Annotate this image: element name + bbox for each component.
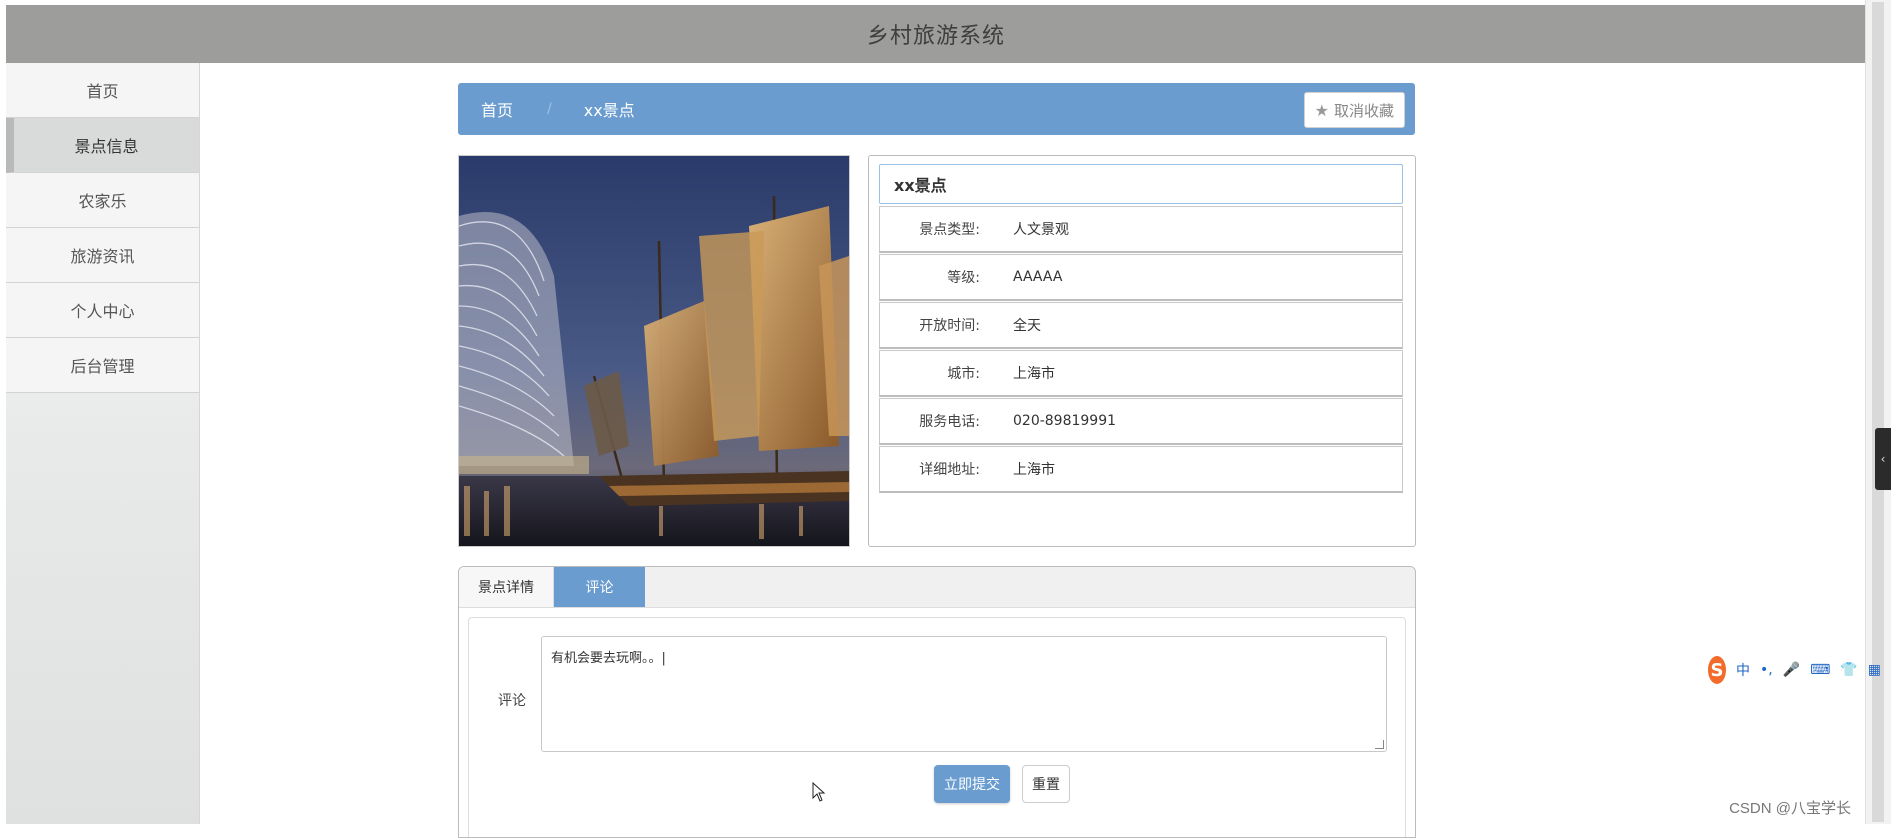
info-row: 详细地址: 上海市 <box>879 446 1403 493</box>
unfavorite-button[interactable]: ★ 取消收藏 <box>1303 92 1405 128</box>
info-label: 等级: <box>947 270 980 286</box>
ime-toolbar: S 中 •, 🎤 ⌨ 👕 ▦ <box>1708 655 1881 685</box>
info-row: 城市: 上海市 <box>879 350 1403 397</box>
info-row: 景点类型: 人文景观 <box>879 206 1403 253</box>
sidebar-item-profile[interactable]: 个人中心 <box>6 283 199 338</box>
breadcrumb: 首页 / xx景点 ★ 取消收藏 <box>458 83 1415 135</box>
sidebar-item-news[interactable]: 旅游资讯 <box>6 228 199 283</box>
sidebar-item-label: 首页 <box>86 82 119 101</box>
sidebar: 首页 景点信息 农家乐 旅游资讯 个人中心 后台管理 <box>6 63 200 824</box>
detail-tabs-panel: 景点详情 评论 评论 有机会要去玩啊。。| 立即提交 重置 <box>458 566 1416 838</box>
comment-form: 评论 有机会要去玩啊。。| 立即提交 重置 <box>468 617 1406 837</box>
top-header: 乡村旅游系统 <box>6 5 1866 63</box>
collapse-arrow-icon[interactable]: ‹ <box>1875 428 1891 490</box>
sogou-logo-icon[interactable]: S <box>1708 656 1726 684</box>
scrollbar-thumb[interactable] <box>1872 2 1884 822</box>
ime-microphone-icon[interactable]: 🎤 <box>1783 662 1800 678</box>
info-label: 城市: <box>947 366 980 382</box>
comment-text: 有机会要去玩啊。。| <box>551 651 666 666</box>
info-value: 全天 <box>1013 318 1041 334</box>
info-label: 景点类型: <box>919 222 980 238</box>
attraction-photo <box>458 155 850 547</box>
app-title: 乡村旅游系统 <box>866 24 1005 49</box>
ime-punctuation-icon[interactable]: •, <box>1760 662 1773 678</box>
resize-handle-icon[interactable] <box>1375 740 1384 749</box>
sidebar-item-admin[interactable]: 后台管理 <box>6 338 199 393</box>
sidebar-item-label: 个人中心 <box>70 302 135 321</box>
sidebar-item-home[interactable]: 首页 <box>6 63 199 118</box>
info-row: 等级: AAAAA <box>879 254 1403 301</box>
unfavorite-button-label: 取消收藏 <box>1333 101 1394 120</box>
info-label: 详细地址: <box>919 462 980 478</box>
ime-chinese-mode-icon[interactable]: 中 <box>1736 660 1750 680</box>
tabs-header: 景点详情 评论 <box>459 567 1415 608</box>
attraction-name: xx景点 <box>879 164 1403 204</box>
sidebar-item-label: 后台管理 <box>70 357 135 376</box>
sidebar-item-farmhouse[interactable]: 农家乐 <box>6 173 199 228</box>
tab-comments[interactable]: 评论 <box>554 567 645 607</box>
info-value: 人文景观 <box>1013 222 1069 238</box>
tab-attraction-details[interactable]: 景点详情 <box>459 567 554 607</box>
comment-textarea[interactable]: 有机会要去玩啊。。| <box>541 636 1387 752</box>
info-label: 开放时间: <box>919 318 980 334</box>
sidebar-item-attractions[interactable]: 景点信息 <box>6 118 199 173</box>
ime-keyboard-icon[interactable]: ⌨ <box>1810 662 1830 678</box>
sidebar-item-label: 景点信息 <box>74 137 139 156</box>
reset-button[interactable]: 重置 <box>1022 765 1070 803</box>
breadcrumb-current: xx景点 <box>583 101 635 120</box>
ime-toolbox-icon[interactable]: ▦ <box>1868 662 1881 678</box>
sidebar-item-label: 旅游资讯 <box>70 247 135 266</box>
page-scrollbar[interactable] <box>1865 0 1891 824</box>
ime-skin-icon[interactable]: 👕 <box>1840 662 1857 678</box>
star-icon: ★ <box>1314 100 1329 120</box>
watermark: CSDN @八宝学长 <box>1729 800 1851 817</box>
info-value: 上海市 <box>1013 462 1055 478</box>
info-row: 开放时间: 全天 <box>879 302 1403 349</box>
breadcrumb-home-link[interactable]: 首页 <box>481 97 513 121</box>
breadcrumb-separator: / <box>547 101 552 117</box>
comment-label: 评论 <box>498 693 526 709</box>
info-value: 020-89819991 <box>1013 413 1117 429</box>
main-content: 首页 / xx景点 ★ 取消收藏 xx景点 景点类型: 人文景观 等级: AAA… <box>200 63 1866 838</box>
submit-button[interactable]: 立即提交 <box>934 765 1010 803</box>
sidebar-item-label: 农家乐 <box>78 192 127 211</box>
mouse-cursor-icon <box>812 782 826 802</box>
info-value: 上海市 <box>1013 366 1055 382</box>
info-row: 服务电话: 020-89819991 <box>879 398 1403 445</box>
attraction-info-panel: xx景点 景点类型: 人文景观 等级: AAAAA 开放时间: 全天 城市: 上… <box>868 155 1416 547</box>
info-value: AAAAA <box>1013 269 1063 285</box>
info-label: 服务电话: <box>919 414 980 430</box>
